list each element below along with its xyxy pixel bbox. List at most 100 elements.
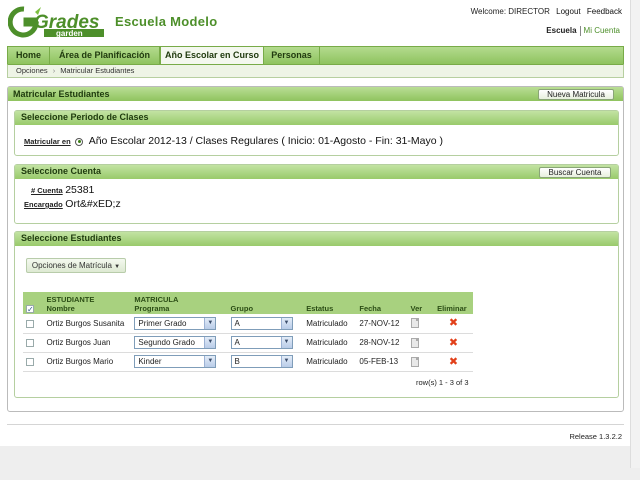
delete-icon[interactable]: ✖ (449, 337, 458, 349)
delete-icon[interactable]: ✖ (449, 317, 458, 329)
logo-subtext: garden (56, 29, 83, 38)
table-header-row: ESTUDIANTENombre MATRICULAPrograma Grupo… (23, 292, 473, 314)
role-my-account-link[interactable]: Mi Cuenta (584, 26, 620, 35)
dropdown-arrow-icon: ▼ (204, 317, 216, 329)
delete-icon[interactable]: ✖ (449, 356, 458, 368)
view-cell (407, 352, 435, 372)
enroll-panel-title: Matricular Estudiantes (8, 87, 623, 101)
group-select[interactable]: A ▼ (230, 316, 293, 330)
account-number-value: 25381 (65, 184, 95, 196)
row-select-cell (23, 352, 44, 372)
col-group: Grupo (227, 292, 304, 314)
delete-cell: ✖ (434, 314, 473, 334)
period-row: Matricular en Año Escolar 2012-13 / Clas… (24, 135, 443, 147)
document-icon[interactable] (410, 318, 419, 329)
col-program: MATRICULA Programa (131, 292, 228, 314)
group-select-value: A (234, 318, 240, 328)
col-date: Fecha (356, 292, 408, 314)
period-radio[interactable] (75, 137, 84, 146)
period-section-title: Seleccione Periodo de Clases (15, 111, 618, 125)
group-cell: B ▼ (227, 352, 304, 372)
program-select-value: Segundo Grado (138, 338, 195, 347)
program-select-value: Kinder (138, 357, 162, 366)
program-select[interactable]: Kinder ▼ (134, 355, 217, 368)
date-cell: 28-NOV-12 (356, 333, 408, 353)
program-cell: Kinder ▼ (131, 352, 228, 372)
guardian-row: Encargado Ort&#xED;z (24, 198, 121, 210)
feedback-link[interactable]: Feedback (587, 7, 622, 16)
account-number-row: # Cuenta 25381 (31, 184, 94, 196)
group-select[interactable]: B ▼ (230, 355, 293, 368)
period-value: Año Escolar 2012-13 / Clases Regulares (… (88, 135, 443, 147)
table-row: Ortiz Burgos Juan Segundo Grado ▼ A ▼ Matr… (23, 333, 473, 353)
col-status: Estatus (303, 292, 357, 314)
role-switch: Escuela Mi Cuenta (546, 26, 620, 36)
col-delete: Eliminar (434, 292, 473, 314)
student-name: Ortiz Burgos Mario (43, 352, 132, 372)
table-row: Ortiz Burgos Susanita Primer Grado ▼ A ▼ M… (23, 314, 473, 334)
group-select-value: A (234, 338, 240, 347)
window-bottom-area (0, 446, 640, 480)
group-cell: A ▼ (227, 314, 304, 334)
program-select-value: Primer Grado (138, 318, 187, 328)
breadcrumb-current: Matricular Estudiantes (60, 66, 135, 75)
row-select-cell (23, 333, 44, 353)
view-cell (407, 333, 435, 353)
tab-home[interactable]: Home (8, 47, 50, 64)
view-cell (407, 314, 435, 334)
account-section: Seleccione Cuenta Buscar Cuenta # Cuenta… (14, 164, 619, 224)
period-section: Seleccione Periodo de Clases Matricular … (14, 110, 619, 156)
document-icon[interactable] (410, 356, 419, 367)
vertical-scrollbar[interactable] (630, 0, 640, 468)
student-name: Ortiz Burgos Susanita (43, 314, 132, 334)
dropdown-arrow-icon: ▼ (204, 337, 216, 348)
tab-people[interactable]: Personas (264, 47, 320, 64)
breadcrumb: Opciones › Matricular Estudiantes (7, 64, 624, 78)
main-nav: Home Área de Planificación Año Escolar e… (7, 46, 624, 66)
logout-link[interactable]: Logout (556, 7, 580, 16)
role-current: Escuela (546, 26, 577, 36)
breadcrumb-options[interactable]: Opciones (16, 66, 48, 75)
status-cell: Matriculado (303, 352, 357, 372)
row-select-cell (23, 314, 44, 334)
row-checkbox[interactable] (26, 338, 34, 347)
program-select[interactable]: Primer Grado ▼ (134, 316, 217, 330)
footer-divider (7, 424, 624, 425)
breadcrumb-chevron-icon: › (52, 66, 56, 75)
release-version: Release 1.3.2.2 (569, 432, 622, 441)
col-program-bottom: Programa (134, 304, 170, 313)
tab-planning-area[interactable]: Área de Planificación (50, 47, 160, 64)
school-name: Escuela Modelo (115, 14, 218, 29)
select-all-checkbox[interactable] (26, 305, 34, 313)
col-program-top: MATRICULA (134, 295, 179, 304)
date-cell: 05-FEB-13 (356, 352, 408, 372)
role-separator (579, 26, 581, 36)
guardian-value: Ort&#xED;z (65, 198, 121, 210)
group-cell: A ▼ (227, 333, 304, 353)
students-section-title: Seleccione Estudiantes (15, 232, 618, 246)
enrollment-options-button[interactable]: Opciones de Matrícula ▼ (26, 258, 126, 273)
dropdown-arrow-icon: ▼ (204, 356, 216, 367)
account-section-title: Seleccione Cuenta (15, 165, 618, 179)
search-account-button[interactable]: Buscar Cuenta (539, 167, 611, 178)
program-select[interactable]: Segundo Grado ▼ (134, 336, 217, 349)
students-table: ESTUDIANTENombre MATRICULAPrograma Grupo… (23, 292, 473, 372)
row-checkbox[interactable] (26, 319, 34, 328)
table-row: Ortiz Burgos Mario Kinder ▼ B ▼ Matriculad… (23, 352, 473, 372)
row-checkbox[interactable] (26, 357, 34, 366)
program-cell: Segundo Grado ▼ (131, 333, 228, 353)
dropdown-arrow-icon: ▼ (280, 337, 292, 348)
col-student-top: ESTUDIANTE (46, 295, 95, 304)
select-all-cell (23, 292, 44, 314)
program-cell: Primer Grado ▼ (131, 314, 228, 334)
enrollment-options-label: Opciones de Matrícula (31, 261, 112, 270)
status-cell: Matriculado (303, 333, 357, 353)
new-enrollment-button[interactable]: Nueva Matricula (538, 89, 614, 100)
user-links: Welcome: DIRECTOR Logout Feedback (467, 7, 622, 16)
enroll-panel: Matricular Estudiantes Nueva Matricula S… (7, 86, 624, 412)
col-student-bottom: Nombre (46, 304, 75, 313)
student-name: Ortiz Burgos Juan (43, 333, 132, 353)
group-select[interactable]: A ▼ (230, 336, 293, 349)
document-icon[interactable] (410, 337, 419, 348)
welcome-text: Welcome: DIRECTOR (470, 7, 550, 16)
